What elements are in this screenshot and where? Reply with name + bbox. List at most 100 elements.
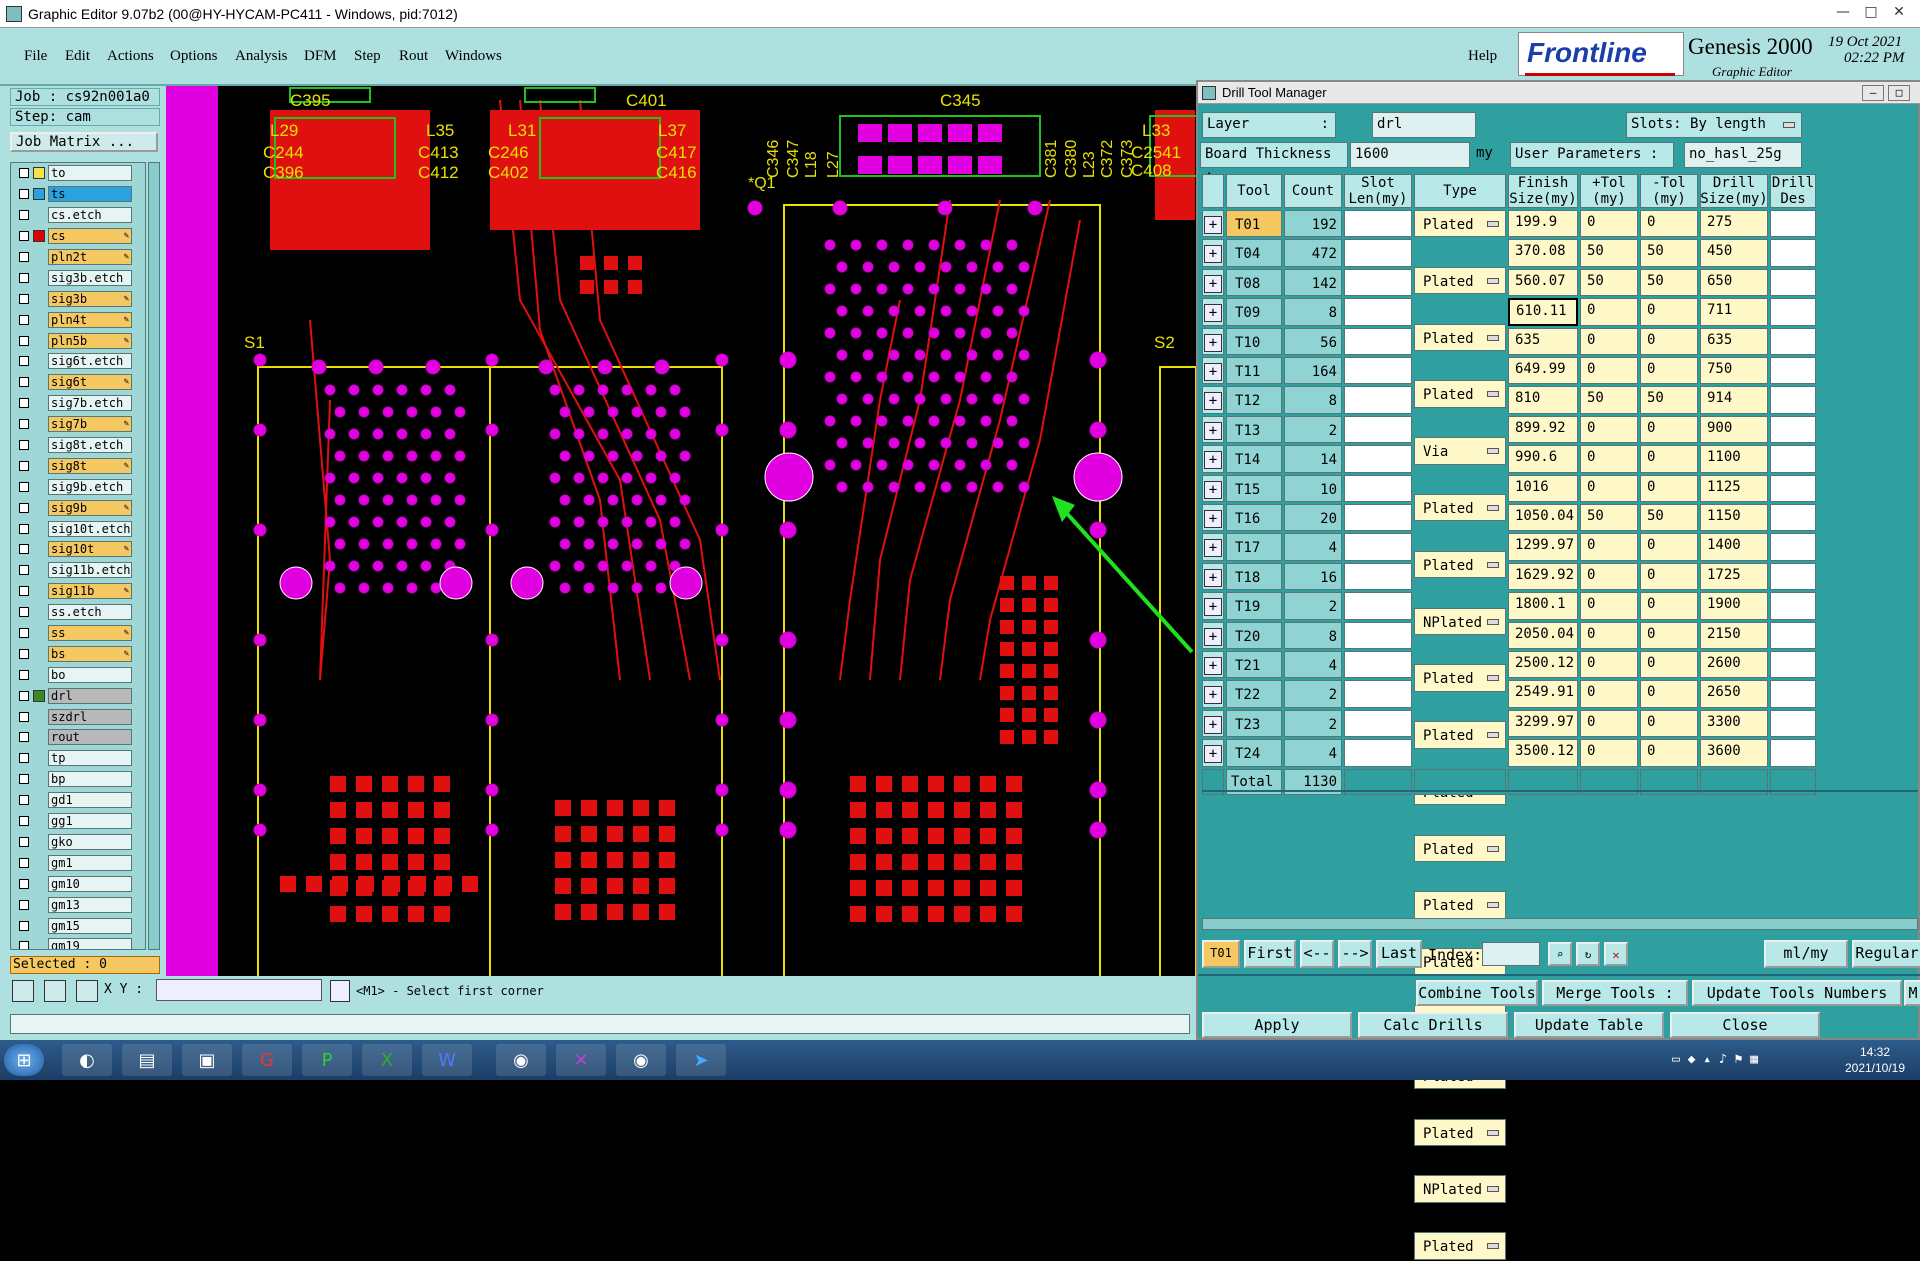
layer-row[interactable]: sig10t ✎ — [11, 539, 145, 560]
drill-des-input[interactable] — [1770, 386, 1816, 414]
next-button[interactable]: --> — [1338, 940, 1372, 968]
grid-icon[interactable] — [76, 980, 98, 1002]
type-select[interactable]: Plated — [1414, 493, 1506, 522]
index-input[interactable] — [1482, 942, 1540, 966]
finish-input[interactable]: 2500.12 — [1508, 651, 1578, 679]
tool-cell[interactable]: T20 — [1226, 621, 1282, 649]
layer-name[interactable]: to — [48, 165, 132, 182]
layer-checkbox[interactable] — [19, 795, 29, 806]
type-select[interactable]: NPlated — [1414, 607, 1506, 635]
last-button[interactable]: Last — [1376, 940, 1422, 968]
menu-windows[interactable]: Windows — [445, 48, 502, 65]
ptol-input[interactable]: 0 — [1580, 415, 1638, 444]
type-select[interactable]: Via — [1414, 437, 1506, 465]
table-horizontal-scrollbar[interactable] — [1202, 918, 1918, 930]
drill-des-input[interactable] — [1770, 533, 1816, 561]
slot-len-input[interactable] — [1344, 709, 1412, 738]
layer-checkbox[interactable] — [19, 732, 29, 743]
ptol-input[interactable]: 0 — [1580, 592, 1638, 620]
layer-name[interactable]: sig3b.etch — [48, 269, 132, 286]
ptol-input[interactable]: 50 — [1580, 504, 1638, 532]
layer-row[interactable]: gg1 — [11, 811, 145, 832]
layer-row[interactable]: sig10t.etch — [11, 518, 145, 539]
layer-checkbox[interactable] — [19, 648, 29, 659]
layer-checkbox[interactable] — [19, 419, 29, 430]
tool-cell[interactable]: T19 — [1226, 592, 1282, 620]
update-tools-numbers-button[interactable]: Update Tools Numbers — [1692, 980, 1902, 1006]
layer-row[interactable]: sig7b.etch — [11, 393, 145, 414]
expand-row-button[interactable]: + — [1202, 562, 1224, 591]
layer-name[interactable]: ts — [48, 186, 132, 203]
slot-len-input[interactable] — [1344, 592, 1412, 620]
layer-name[interactable]: gg1 — [48, 813, 132, 830]
expand-row-button[interactable]: + — [1202, 298, 1224, 326]
layer-name[interactable]: bo — [48, 666, 132, 683]
units-select[interactable]: ml/my — [1764, 940, 1848, 968]
layer-row[interactable]: sig3b.etch — [11, 267, 145, 288]
layer-row[interactable]: gm15 — [11, 915, 145, 936]
drill-des-input[interactable] — [1770, 680, 1816, 708]
drill-input[interactable]: 914 — [1700, 386, 1768, 414]
layer-checkbox[interactable] — [19, 690, 29, 701]
layer-row[interactable]: sig8t.etch — [11, 435, 145, 456]
ptol-input[interactable]: 0 — [1580, 680, 1638, 708]
layer-name[interactable]: sig6t.etch — [48, 353, 132, 370]
slot-len-input[interactable] — [1344, 474, 1412, 502]
finish-input[interactable]: 3500.12 — [1508, 739, 1578, 767]
finish-input[interactable]: 3299.97 — [1508, 709, 1578, 738]
drill-des-input[interactable] — [1770, 445, 1816, 473]
expand-row-button[interactable]: + — [1202, 739, 1224, 767]
drill-input[interactable]: 2150 — [1700, 621, 1768, 649]
expand-row-button[interactable]: + — [1202, 210, 1224, 238]
finish-input[interactable]: 635 — [1508, 327, 1578, 355]
expand-row-button[interactable]: + — [1202, 386, 1224, 414]
drill-input[interactable]: 2650 — [1700, 680, 1768, 708]
finish-input[interactable]: 199.9 — [1508, 210, 1578, 238]
layer-name[interactable]: cs.etch — [48, 207, 132, 224]
layer-row[interactable]: sig6t ✎ — [11, 372, 145, 393]
type-select[interactable]: Plated — [1414, 1118, 1506, 1147]
layer-checkbox[interactable] — [19, 711, 29, 722]
mtol-input[interactable]: 50 — [1640, 268, 1698, 297]
drill-des-input[interactable] — [1770, 357, 1816, 385]
type-select[interactable]: Plated — [1414, 891, 1506, 919]
layer-name[interactable]: gm10 — [48, 875, 132, 892]
app-eye2-icon[interactable]: ◉ — [616, 1044, 666, 1076]
finish-input[interactable]: 1629.92 — [1508, 562, 1578, 591]
mtol-input[interactable]: 50 — [1640, 239, 1698, 267]
drill-input[interactable]: 650 — [1700, 268, 1768, 297]
layer-row[interactable]: szdrl — [11, 706, 145, 727]
drill-des-input[interactable] — [1770, 562, 1816, 591]
mtol-input[interactable]: 0 — [1640, 327, 1698, 355]
layer-input[interactable]: drl — [1372, 112, 1476, 138]
finish-input[interactable]: 1299.97 — [1508, 533, 1578, 561]
menu-analysis[interactable]: Analysis — [235, 48, 288, 65]
apply-button[interactable]: Apply — [1202, 1012, 1352, 1038]
tool-cell[interactable]: T21 — [1226, 651, 1282, 679]
layer-row[interactable]: ts — [11, 184, 145, 205]
layer-row[interactable]: gm13 — [11, 894, 145, 915]
ptol-input[interactable]: 0 — [1580, 210, 1638, 238]
layer-name[interactable]: szdrl — [48, 708, 132, 725]
mtol-input[interactable]: 0 — [1640, 415, 1698, 444]
layer-name[interactable]: pln4t ✎ — [48, 311, 132, 328]
finish-input[interactable]: 990.6 — [1508, 445, 1578, 473]
ptol-input[interactable]: 50 — [1580, 268, 1638, 297]
slot-len-input[interactable] — [1344, 651, 1412, 679]
drill-des-input[interactable] — [1770, 651, 1816, 679]
ptol-input[interactable]: 0 — [1580, 651, 1638, 679]
drill-des-input[interactable] — [1770, 298, 1816, 326]
layer-name[interactable]: gm1 — [48, 854, 132, 871]
layer-row[interactable]: cs.etch — [11, 205, 145, 226]
xy-input[interactable] — [156, 979, 322, 1001]
menu-options[interactable]: Options — [170, 48, 218, 65]
menu-file[interactable]: File — [24, 48, 47, 65]
ptol-input[interactable]: 0 — [1580, 327, 1638, 355]
tool-cell[interactable]: T12 — [1226, 386, 1282, 414]
drill-input[interactable]: 1725 — [1700, 562, 1768, 591]
layer-row[interactable]: cs ✎ — [11, 226, 145, 247]
type-select[interactable]: Plated — [1414, 323, 1506, 351]
type-select[interactable]: Plated — [1414, 550, 1506, 579]
layer-checkbox[interactable] — [19, 836, 29, 847]
layer-checkbox[interactable] — [19, 440, 29, 451]
